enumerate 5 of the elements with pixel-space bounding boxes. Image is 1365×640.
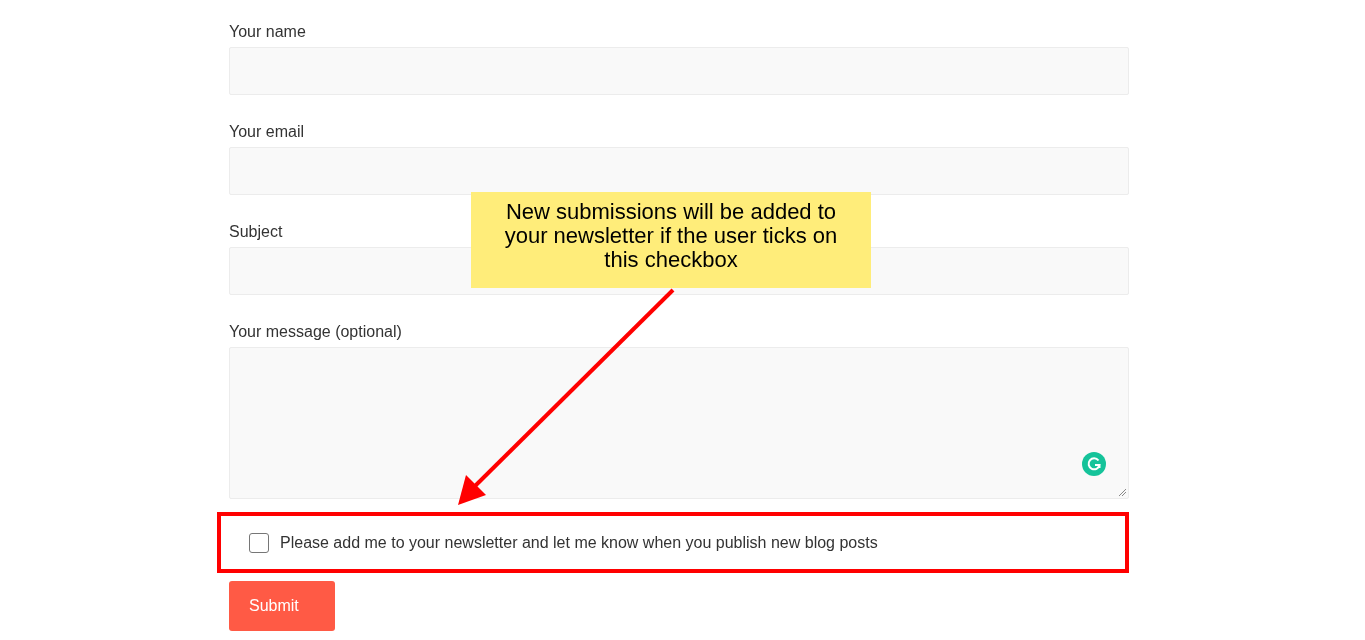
callout-tooltip: New submissions will be added to your newsletter if the user ticks on this checkbox [471,192,871,288]
field-label: Your name [229,22,306,42]
field-label: Your message (optional) [229,322,402,342]
field-label: Your email [229,122,304,142]
field-label: Subject [229,222,283,242]
